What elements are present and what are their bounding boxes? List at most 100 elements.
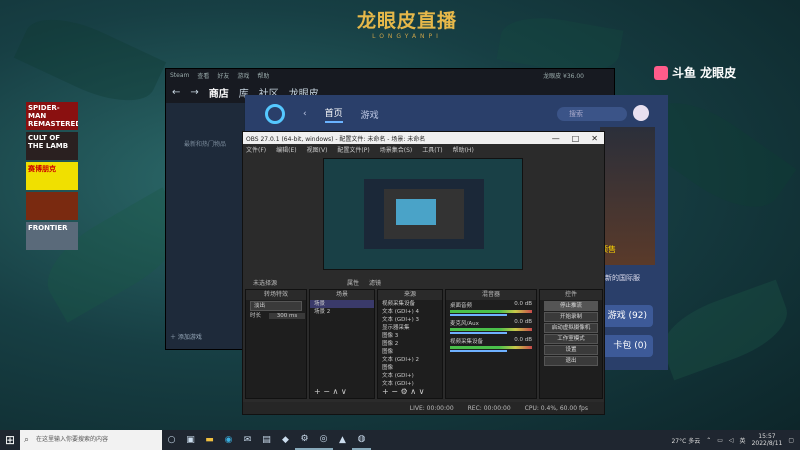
- steam-menu-item[interactable]: Steam: [170, 72, 189, 79]
- steam-menu-item[interactable]: 好友: [217, 71, 229, 80]
- tray-chevron-icon[interactable]: ⌃: [706, 437, 711, 444]
- mixer-dock: 混音器 桌面音频 0.0 dB 麦克风/Aux 0.0 dB 视频采集设备 0.0 d…: [445, 289, 537, 399]
- notification-icon[interactable]: ▢: [788, 437, 794, 444]
- store-icon[interactable]: ▤: [257, 430, 276, 450]
- volume-slider[interactable]: [450, 332, 508, 334]
- sources-header: 来源: [378, 290, 442, 300]
- douyu-label: 斗鱼 龙眼皮: [672, 66, 737, 80]
- game-tile[interactable]: CULT OF THE LAMB: [26, 132, 78, 160]
- source-item[interactable]: 视频采集设备: [378, 300, 442, 308]
- obs-menu-file[interactable]: 文件(F): [246, 145, 266, 154]
- app-icon[interactable]: ◆: [276, 430, 295, 450]
- transitions-dock: 转场特效 淡出 时长 300 ms: [245, 289, 307, 399]
- cpu-fps: CPU: 0.4%, 60.00 fps: [524, 404, 588, 412]
- steam-icon[interactable]: ⚙: [295, 430, 314, 450]
- store-tab-home[interactable]: 首页: [324, 106, 343, 123]
- clock[interactable]: 15:57 2022/8/11: [752, 433, 783, 447]
- obs-preview[interactable]: [323, 158, 523, 270]
- stream-logo-title: 龙眼皮直播: [356, 10, 457, 32]
- mixer-channel: 麦克风/Aux 0.0 dB: [446, 318, 536, 336]
- controls-header: 控件: [540, 290, 602, 300]
- store-caption: 新的国际服: [605, 274, 640, 282]
- volume-icon[interactable]: ◁: [729, 437, 734, 444]
- clock-date: 2022/8/11: [751, 440, 783, 447]
- steam-menu-item[interactable]: 帮助: [257, 71, 269, 80]
- game-tile[interactable]: SPIDER-MAN REMASTERED: [26, 102, 78, 130]
- obs-source-toolbar: 未选择源 属性 滤镜: [243, 278, 604, 288]
- back-arrow-icon[interactable]: ←: [172, 87, 180, 98]
- filters-button[interactable]: 滤镜: [369, 278, 381, 288]
- steam-nav-store[interactable]: 商店: [209, 85, 229, 100]
- steam-titlebar: Steam 查看 好友 游戏 帮助 龙眼皮 ¥36.00: [166, 69, 614, 81]
- network-icon[interactable]: ▭: [717, 437, 723, 444]
- obs-menubar: 文件(F) 编辑(E) 视图(V) 配置文件(P) 场景集合(S) 工具(T) …: [243, 144, 604, 154]
- obs-menu-help[interactable]: 帮助(H): [453, 145, 474, 154]
- store-tab-games[interactable]: 游戏: [361, 108, 379, 121]
- transition-select[interactable]: 淡出: [250, 301, 302, 311]
- taskbar-search-input[interactable]: 在这里输入你要搜索的内容: [20, 430, 162, 450]
- obs-menu-profile[interactable]: 配置文件(P): [337, 145, 369, 154]
- source-item[interactable]: 显示器采集: [378, 324, 442, 332]
- avatar[interactable]: [633, 105, 649, 121]
- maximize-icon[interactable]: □: [572, 134, 580, 143]
- obs-window: OBS 27.0.1 (64-bit, windows) - 配置文件: 未命名…: [242, 131, 605, 415]
- source-item[interactable]: 图像: [378, 364, 442, 372]
- start-recording-button[interactable]: 开始录制: [544, 312, 598, 322]
- edge-icon[interactable]: ◉: [219, 430, 238, 450]
- steam-menu-item[interactable]: 游戏: [237, 71, 249, 80]
- rec-timer: REC: 00:00:00: [467, 404, 511, 412]
- clock-time: 15:57: [758, 433, 776, 440]
- stop-streaming-button[interactable]: 停止推流: [544, 301, 598, 311]
- windows-start-icon[interactable]: ⊞: [0, 430, 20, 450]
- level-meter: [450, 346, 532, 349]
- source-item[interactable]: 图像 3: [378, 332, 442, 340]
- add-game-button[interactable]: ＋ 添加游戏: [170, 332, 202, 341]
- source-item[interactable]: 文本 (GDI+): [378, 372, 442, 380]
- taskview-icon[interactable]: ▣: [181, 430, 200, 450]
- source-item[interactable]: 文本 (GDI+) 3: [378, 316, 442, 324]
- game-tile[interactable]: FRONTIER: [26, 222, 78, 250]
- source-item[interactable]: 文本 (GDI+) 2: [378, 356, 442, 364]
- obs-menu-edit[interactable]: 编辑(E): [276, 145, 296, 154]
- back-icon[interactable]: ‹: [303, 109, 307, 119]
- properties-button[interactable]: 属性: [347, 278, 359, 288]
- studio-mode-button[interactable]: 工作室模式: [544, 334, 598, 344]
- obs-menu-scenes[interactable]: 场景集合(S): [380, 145, 413, 154]
- scenes-toolbar[interactable]: + − ∧ ∨: [310, 387, 374, 398]
- volume-slider[interactable]: [450, 314, 508, 316]
- obs-menu-view[interactable]: 视图(V): [307, 145, 328, 154]
- scene-item[interactable]: 场景: [310, 300, 374, 308]
- obs-menu-tools[interactable]: 工具(T): [422, 145, 442, 154]
- app-icon[interactable]: ▲: [333, 430, 352, 450]
- game-tile[interactable]: 赛博朋克: [26, 162, 78, 190]
- forward-arrow-icon[interactable]: →: [190, 87, 198, 98]
- obs-icon[interactable]: ◍: [352, 430, 371, 450]
- leaf-decoration: [653, 279, 797, 381]
- task-view-icon[interactable]: ○: [162, 430, 181, 450]
- steam-account[interactable]: 龙眼皮 ¥36.00: [543, 71, 614, 80]
- minimize-icon[interactable]: —: [552, 134, 560, 143]
- mail-icon[interactable]: ✉: [238, 430, 257, 450]
- virtual-camera-button[interactable]: 启动虚拟摄像机: [544, 323, 598, 333]
- duration-field[interactable]: 时长 300 ms: [246, 312, 306, 320]
- weather-label[interactable]: 27°C 多云: [671, 436, 700, 445]
- close-icon[interactable]: ✕: [591, 134, 598, 143]
- file-explorer-icon[interactable]: ▬: [200, 430, 219, 450]
- scenes-header: 场景: [310, 290, 374, 300]
- source-item[interactable]: 文本 (GDI+) 4: [378, 308, 442, 316]
- level-meter: [450, 310, 532, 313]
- steam-menu-item[interactable]: 查看: [197, 71, 209, 80]
- exit-button[interactable]: 退出: [544, 356, 598, 366]
- source-item[interactable]: 图像: [378, 348, 442, 356]
- sources-toolbar[interactable]: + − ⚙ ∧ ∨: [378, 387, 442, 398]
- volume-slider[interactable]: [450, 350, 508, 352]
- scene-item[interactable]: 场景 2: [310, 308, 374, 316]
- input-language[interactable]: 英: [740, 436, 746, 445]
- settings-button[interactable]: 设置: [544, 345, 598, 355]
- game-tile[interactable]: [26, 192, 78, 220]
- source-item[interactable]: 图像 2: [378, 340, 442, 348]
- featured-art[interactable]: 预售: [600, 127, 655, 265]
- steam-game-list: SPIDER-MAN REMASTERED CULT OF THE LAMB 赛…: [26, 102, 78, 252]
- store-search-input[interactable]: 搜索: [557, 107, 627, 121]
- game-store-icon[interactable]: ◎: [314, 430, 333, 450]
